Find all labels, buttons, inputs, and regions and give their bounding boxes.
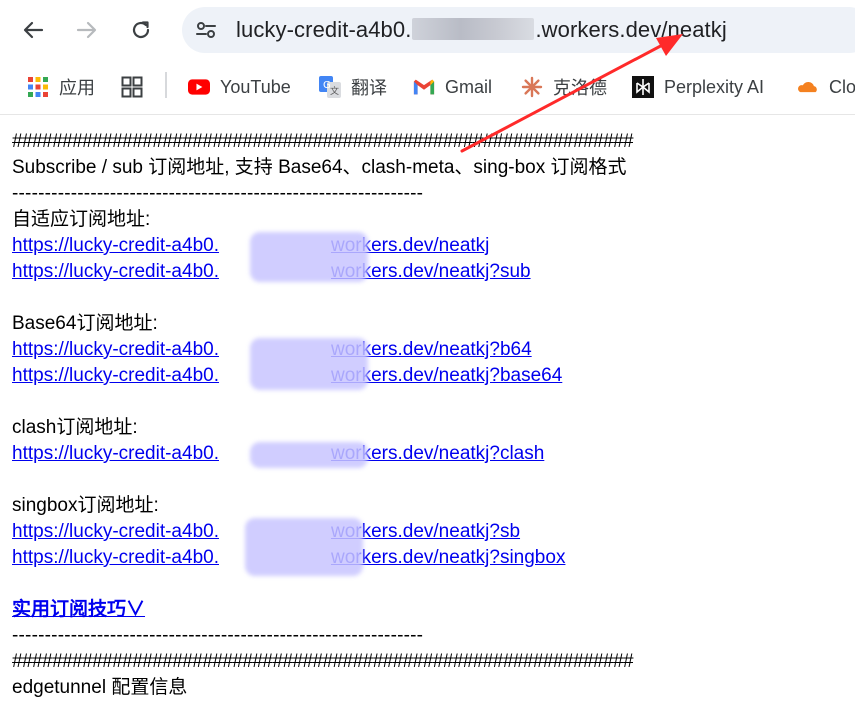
redaction-blob <box>245 518 363 576</box>
bookmark-youtube[interactable]: YouTube <box>188 74 291 100</box>
adaptive-label: 自适应订阅地址: <box>12 209 151 230</box>
google-translate-icon: G文 <box>319 76 341 98</box>
base64-label: Base64订阅地址: <box>12 313 158 334</box>
bookmark-label: Gmail <box>445 76 493 97</box>
bookmark-label: Perplexity AI <box>664 76 765 97</box>
bookmark-label: 应用 <box>59 78 95 98</box>
page-content: ########################################… <box>12 129 855 701</box>
reload-button[interactable] <box>125 14 157 46</box>
forward-button[interactable] <box>71 14 103 46</box>
bookmark-perplexity[interactable]: Perplexity AI <box>632 74 764 100</box>
singbox-label: singbox订阅地址: <box>12 495 159 516</box>
bookmark-translate[interactable]: G文 翻译 <box>319 74 387 100</box>
link-suffix: workers.dev/neatkj?singbox <box>330 547 566 568</box>
site-info-icon[interactable] <box>192 16 220 44</box>
link-prefix: https://lucky-credit-a4b0. <box>12 365 219 386</box>
redaction-blob <box>250 338 368 390</box>
url-text[interactable]: lucky-credit-a4b0. .workers.dev/neatkj <box>236 17 727 43</box>
claude-icon <box>521 76 543 98</box>
bookmark-separator <box>165 72 167 98</box>
bookmark-gmail[interactable]: Gmail <box>413 74 492 100</box>
apps-grid-icon <box>27 76 49 98</box>
hash-divider: ########################################… <box>12 131 634 152</box>
cloudflare-icon <box>797 76 819 98</box>
gmail-icon <box>413 76 435 98</box>
config-title: edgetunnel 配置信息 <box>12 677 188 698</box>
link-prefix: https://lucky-credit-a4b0. <box>12 339 219 360</box>
reload-icon <box>132 21 150 39</box>
link-prefix: https://lucky-credit-a4b0. <box>12 521 219 542</box>
bookmark-label: 翻译 <box>351 78 387 98</box>
clash-label: clash订阅地址: <box>12 417 138 438</box>
bookmark-label: YouTube <box>220 76 291 97</box>
bookmark-label: Clo <box>829 76 855 97</box>
hash-divider: ########################################… <box>12 651 634 672</box>
link-prefix: https://lucky-credit-a4b0. <box>12 547 219 568</box>
bookmark-tab-groups[interactable] <box>121 74 153 100</box>
subscribe-title: Subscribe / sub 订阅地址, 支持 Base64、clash-me… <box>12 157 627 178</box>
youtube-icon <box>188 76 210 98</box>
url-prefix: lucky-credit-a4b0. <box>236 17 412 42</box>
tab-groups-icon <box>121 76 143 98</box>
dash-divider: ----------------------------------------… <box>12 625 424 646</box>
link-prefix: https://lucky-credit-a4b0. <box>12 235 219 256</box>
dash-divider: ----------------------------------------… <box>12 183 424 204</box>
tips-toggle-link[interactable]: 实用订阅技巧∨ <box>12 599 145 620</box>
redaction-blob <box>250 442 368 468</box>
bookmark-cloudflare[interactable]: Clo <box>797 74 855 100</box>
browser-toolbar: lucky-credit-a4b0. .workers.dev/neatkj <box>0 0 855 60</box>
address-bar[interactable]: lucky-credit-a4b0. .workers.dev/neatkj <box>182 7 855 53</box>
bookmark-claude[interactable]: 克洛德 <box>521 74 607 100</box>
bookmark-label: 克洛德 <box>553 78 607 98</box>
arrow-right-icon <box>76 21 97 39</box>
svg-text:文: 文 <box>330 85 339 97</box>
back-button[interactable] <box>17 14 49 46</box>
url-redaction <box>412 18 535 40</box>
bookmark-apps[interactable]: 应用 <box>27 74 95 100</box>
perplexity-icon <box>632 76 654 98</box>
url-suffix: .workers.dev/neatkj <box>535 17 727 42</box>
redaction-blob <box>250 232 368 282</box>
arrow-left-icon <box>23 21 44 39</box>
link-prefix: https://lucky-credit-a4b0. <box>12 443 219 464</box>
link-prefix: https://lucky-credit-a4b0. <box>12 261 219 282</box>
